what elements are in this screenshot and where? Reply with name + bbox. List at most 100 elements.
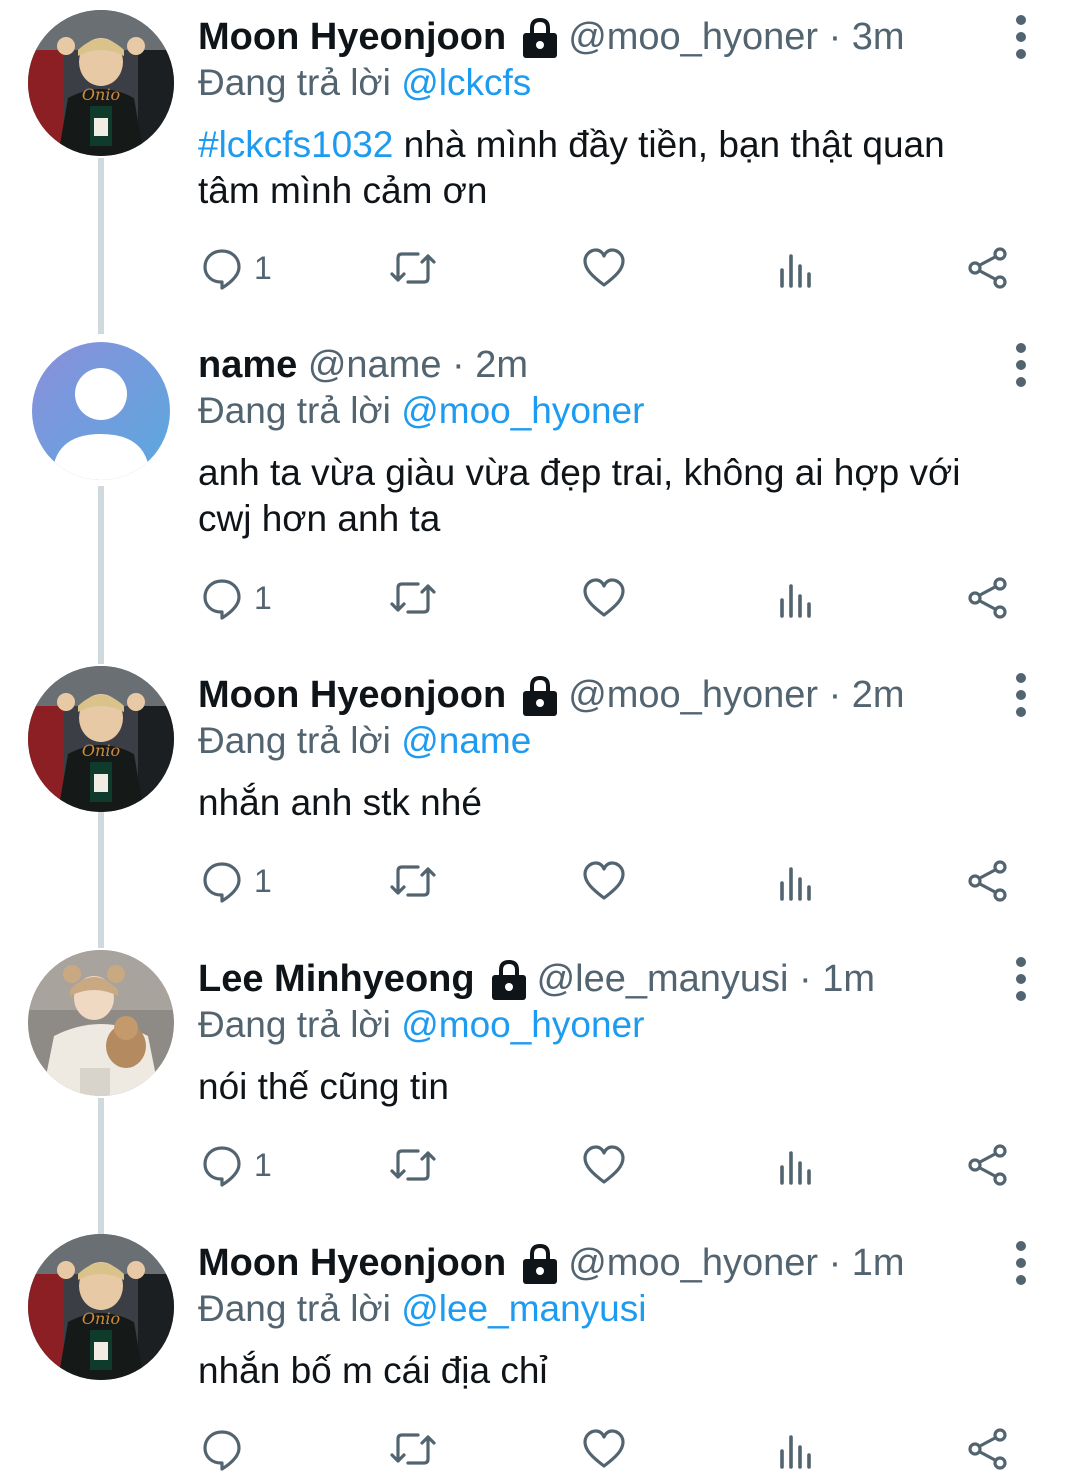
views-button[interactable] (774, 1140, 818, 1190)
reply-button[interactable]: 1 (200, 243, 272, 293)
tweet-body: nhắn anh stk nhé (198, 782, 482, 823)
tweet-text: nói thế cũng tin (198, 1064, 1008, 1110)
display-name[interactable]: Lee Minhyeong (198, 958, 475, 1000)
share-button[interactable] (966, 573, 1010, 623)
reply-button[interactable]: 1 (200, 1140, 272, 1190)
tweet-header: Moon Hyeonjoon @moo_hyoner · 3m (198, 14, 998, 60)
views-chart-icon (780, 254, 811, 288)
replying-to: Đang trả lời @lee_manyusi (198, 1286, 998, 1332)
views-button[interactable] (774, 573, 818, 623)
display-name[interactable]: Moon Hyeonjoon (198, 1242, 506, 1284)
like-button[interactable] (582, 1424, 626, 1474)
heart-icon (583, 578, 625, 617)
replying-to: Đang trả lời @name (198, 718, 998, 764)
views-button[interactable] (774, 1424, 818, 1474)
reply-mention-link[interactable]: @lee_manyusi (401, 1288, 646, 1329)
tweet[interactable]: name @name · 2m Đang trả lời @moo_hyoner… (0, 330, 1080, 660)
retweet-icon (390, 582, 436, 614)
more-options-button[interactable] (1008, 342, 1034, 388)
handle-and-time[interactable]: @name · 2m (308, 344, 528, 386)
reply-icon (203, 862, 241, 903)
more-options-button[interactable] (1008, 672, 1034, 718)
lock-icon (520, 672, 560, 718)
retweet-icon (390, 1433, 436, 1465)
retweet-button[interactable] (388, 573, 438, 623)
lock-icon (520, 1240, 560, 1286)
reply-button[interactable]: 1 (200, 573, 272, 623)
tweet[interactable]: Onio Moon Hyeonjoon @moo_hyoner · 1m Đang… (0, 1228, 1080, 1480)
handle-and-time[interactable]: @lee_manyusi · 1m (537, 958, 875, 1000)
tweet-body: nhắn bố m cái địa chỉ (198, 1350, 548, 1391)
reply-icon (203, 1430, 241, 1471)
tweet-body: anh ta vừa giàu vừa đẹp trai, không ai h… (198, 452, 961, 539)
views-button[interactable] (774, 856, 818, 906)
reply-mention-link[interactable]: @moo_hyoner (401, 1004, 644, 1045)
share-button[interactable] (966, 1424, 1010, 1474)
bear-hat-photo-avatar-image (28, 950, 174, 1096)
retweet-button[interactable] (388, 856, 438, 906)
reply-button[interactable] (200, 1424, 254, 1474)
replying-to: Đang trả lời @moo_hyoner (198, 388, 998, 434)
replying-to: Đang trả lời @lckcfs (198, 60, 998, 106)
more-vertical-icon (1016, 343, 1026, 387)
handle-and-time[interactable]: @moo_hyoner · 2m (568, 674, 904, 716)
share-button[interactable] (966, 243, 1010, 293)
avatar[interactable]: Onio (28, 10, 174, 156)
share-icon (968, 577, 1007, 619)
like-button[interactable] (582, 243, 626, 293)
display-name[interactable]: Moon Hyeonjoon (198, 16, 506, 58)
share-icon (968, 1144, 1007, 1186)
reply-count: 1 (254, 579, 272, 616)
like-button[interactable] (582, 856, 626, 906)
avatar[interactable] (32, 342, 170, 480)
retweet-icon (390, 1149, 436, 1181)
player-photo-avatar-image: Onio (28, 10, 174, 156)
heart-icon (583, 861, 625, 900)
views-chart-icon (780, 867, 811, 901)
lock-icon (489, 956, 529, 1002)
replying-prefix: Đang trả lời (198, 720, 402, 761)
svg-text:Onio: Onio (82, 85, 120, 104)
views-button[interactable] (774, 243, 818, 293)
reply-mention-link[interactable]: @lckcfs (401, 62, 531, 103)
tweet-actions (198, 1424, 1018, 1474)
svg-text:Onio: Onio (82, 1309, 120, 1328)
player-photo-avatar-image: Onio (28, 1234, 174, 1380)
more-options-button[interactable] (1008, 1240, 1034, 1286)
views-chart-icon (780, 1151, 811, 1185)
tweet-actions: 1 (198, 243, 1018, 293)
avatar[interactable]: Onio (28, 1234, 174, 1380)
tweet[interactable]: Lee Minhyeong @lee_manyusi · 1m Đang trả … (0, 944, 1080, 1228)
retweet-button[interactable] (388, 1140, 438, 1190)
share-icon (968, 247, 1007, 289)
default-user-avatar-image (32, 342, 170, 480)
reply-mention-link[interactable]: @moo_hyoner (401, 390, 644, 431)
reply-mention-link[interactable]: @name (401, 720, 531, 761)
handle-and-time[interactable]: @moo_hyoner · 1m (568, 1242, 904, 1284)
tweet-text: anh ta vừa giàu vừa đẹp trai, không ai h… (198, 450, 1008, 542)
display-name[interactable]: name (198, 344, 297, 386)
retweet-button[interactable] (388, 1424, 438, 1474)
tweet-text: #lckcfs1032 nhà mình đầy tiền, bạn thật … (198, 122, 1008, 214)
tweet[interactable]: Onio Moon Hyeonjoon @moo_hyoner · 3m Đang… (0, 0, 1080, 330)
share-button[interactable] (966, 1140, 1010, 1190)
avatar[interactable] (28, 950, 174, 1096)
like-button[interactable] (582, 573, 626, 623)
share-icon (968, 1428, 1007, 1470)
share-button[interactable] (966, 856, 1010, 906)
replying-prefix: Đang trả lời (198, 1004, 402, 1045)
handle-and-time[interactable]: @moo_hyoner · 3m (568, 16, 904, 58)
more-options-button[interactable] (1008, 956, 1034, 1002)
heart-icon (583, 1429, 625, 1468)
like-button[interactable] (582, 1140, 626, 1190)
retweet-button[interactable] (388, 243, 438, 293)
reply-button[interactable]: 1 (200, 856, 272, 906)
avatar[interactable]: Onio (28, 666, 174, 812)
more-options-button[interactable] (1008, 14, 1034, 60)
reply-count: 1 (254, 1146, 272, 1183)
display-name[interactable]: Moon Hyeonjoon (198, 674, 506, 716)
hashtag-link[interactable]: #lckcfs1032 (198, 124, 393, 165)
player-photo-avatar-image: Onio (28, 666, 174, 812)
tweet-header: Lee Minhyeong @lee_manyusi · 1m (198, 956, 998, 1002)
tweet[interactable]: Onio Moon Hyeonjoon @moo_hyoner · 2m Đang… (0, 660, 1080, 944)
